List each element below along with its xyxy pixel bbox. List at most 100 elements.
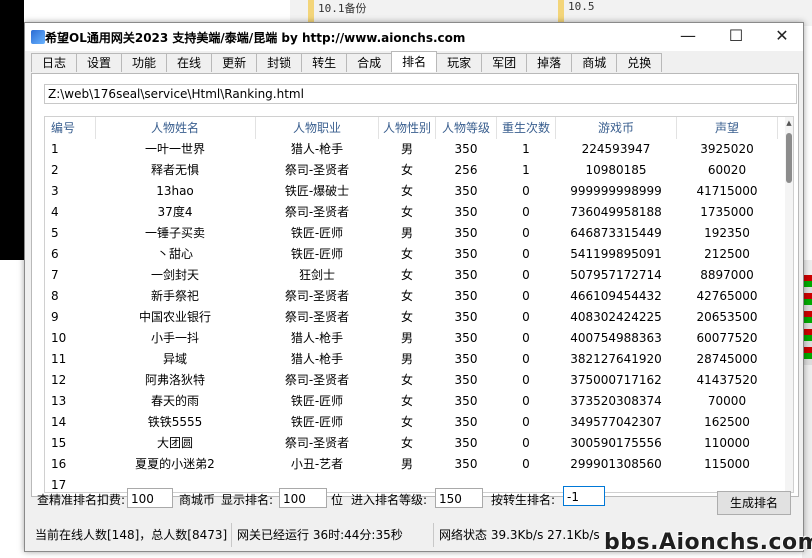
tab-update[interactable]: 更新: [211, 53, 258, 72]
cell-level: 350: [454, 415, 478, 429]
cell-fame: 115000: [704, 457, 750, 471]
cell-level: 350: [454, 142, 478, 156]
cell-class: 小丑-艺者: [290, 457, 344, 471]
online-count-status: 当前在线人数[148]，总人数[8473]: [31, 523, 232, 547]
tab-log[interactable]: 日志: [31, 53, 78, 72]
cell-fame: 3925020: [700, 142, 754, 156]
table-row[interactable]: 11 异域 猎人-枪手 男 350 0 382127641920 28745000: [45, 349, 785, 370]
tab-functions[interactable]: 功能: [121, 53, 168, 72]
cell-rebirth: 0: [522, 394, 530, 408]
cell-rank: 2: [51, 163, 59, 177]
table-row[interactable]: 1 一叶一世界 猎人-枪手 男 350 1 224593947 3925020: [45, 139, 785, 160]
cell-coins: 349577042307: [570, 415, 662, 429]
cell-rank: 10: [51, 331, 67, 345]
tab-players[interactable]: 玩家: [436, 53, 483, 72]
tab-block[interactable]: 封锁: [256, 53, 303, 72]
table-row[interactable]: 5 一锤子买卖 铁匠-匠师 男 350 0 646873315449 192350: [45, 223, 785, 244]
table-rows: 1 一叶一世界 猎人-枪手男 350 1 224593947 3925020 2 释者无惧 祭司-…: [45, 139, 785, 492]
table-scrollbar[interactable]: ▲: [785, 117, 793, 492]
column-header[interactable]: 人物职业: [256, 117, 379, 139]
cell-level: 350: [454, 268, 478, 282]
cell-rebirth: 0: [522, 310, 530, 324]
minimize-button[interactable]: —: [665, 23, 711, 51]
rebirth-rank-input[interactable]: -1: [563, 486, 605, 506]
table-row[interactable]: 8 新手祭祀 祭司-圣贤者 女 350 0 466109454432 42765000: [45, 286, 785, 307]
level-label: 进入排名等级:: [351, 493, 428, 507]
table-row[interactable]: 6 丶甜心 铁匠-匠师 女 350 0 541199895091 212500: [45, 244, 785, 265]
column-header[interactable]: 人物等级: [436, 117, 497, 139]
column-header[interactable]: 重生次数: [497, 117, 556, 139]
scroll-up-arrow-icon[interactable]: ▲: [785, 117, 793, 129]
table-row[interactable]: 2 释者无惧 祭司-圣贤者 女 256 1 10980185 60020: [45, 160, 785, 181]
scroll-thumb[interactable]: [786, 133, 792, 183]
ranking-table: 编号 人物姓名 人物职业 人物性别 人物等级 重生次数 游戏币 声望 1 一叶一世…: [44, 116, 794, 493]
deduct-input[interactable]: 100: [127, 488, 173, 508]
cell-name: 释者无惧: [150, 163, 199, 177]
cell-coins: 299901308560: [570, 457, 662, 471]
gateway-window: 希望OL通用网关2023 支持美端/泰端/昆端 by http://www.ai…: [24, 22, 804, 552]
cell-class: 狂剑士: [298, 268, 335, 282]
table-row[interactable]: 12 阿弗洛狄特 祭司-圣贤者 女 350 0 375000717162 41437520: [45, 370, 785, 391]
close-button[interactable]: ✕: [759, 23, 805, 51]
tab-legion[interactable]: 军团: [481, 53, 528, 72]
desktop-folder[interactable]: 10.5: [558, 0, 768, 22]
cell-level: 350: [454, 394, 478, 408]
cell-class: 铁匠-爆破士: [284, 184, 350, 198]
table-row[interactable]: 4 37度4 祭司-圣贤者 女 350 0 736049958188 1735000: [45, 202, 785, 223]
column-header[interactable]: 游戏币: [556, 117, 677, 139]
column-header[interactable]: 人物姓名: [95, 117, 256, 139]
maximize-button[interactable]: ☐: [713, 23, 759, 51]
table-row[interactable]: 9 中国农业银行 祭司-圣贤者 女 350 0 408302424225 20653500: [45, 307, 785, 328]
cell-fame: 70000: [707, 394, 747, 408]
table-row[interactable]: 14 铁铁5555 铁匠-匠师 女 350 0 349577042307 162500: [45, 412, 785, 433]
desktop-background-lower: [0, 260, 24, 558]
cell-gender: 男: [400, 226, 413, 240]
show-rank-label: 显示排名:: [221, 493, 274, 507]
cell-name: 一锤子买卖: [144, 226, 205, 240]
table-row[interactable]: 13 春天的雨 铁匠-匠师 女 350 0 373520308374 70000: [45, 391, 785, 412]
cell-name: 阿弗洛狄特: [144, 373, 205, 387]
cell-gender: 女: [400, 247, 413, 261]
cell-level: 350: [454, 247, 478, 261]
cell-level: 350: [454, 289, 478, 303]
cell-fame: 41437520: [696, 373, 758, 387]
desktop-folder[interactable]: 10.1备份: [308, 0, 538, 22]
cell-fame: 8897000: [700, 268, 754, 282]
cell-rank: 11: [51, 352, 67, 366]
column-header[interactable]: 编号: [45, 117, 96, 139]
table-row[interactable]: 7 一剑封天 狂剑士 女 350 0 507957172714 8897000: [45, 265, 785, 286]
ranking-path-field[interactable]: Z:\web\176seal\service\Html\Ranking.html: [44, 84, 797, 104]
tab-exchange[interactable]: 兑换: [616, 53, 663, 72]
cell-level: 350: [454, 331, 478, 345]
table-row[interactable]: 15 大团圆 祭司-圣贤者 女 350 0 300590175556 110000: [45, 433, 785, 454]
tab-drops[interactable]: 掉落: [526, 53, 573, 72]
tab-rebirth[interactable]: 转生: [301, 53, 348, 72]
cell-rank: 14: [51, 415, 67, 429]
title-bar[interactable]: 希望OL通用网关2023 支持美端/泰端/昆端 by http://www.ai…: [25, 23, 803, 51]
level-input[interactable]: 150: [435, 488, 483, 508]
table-header: 编号 人物姓名 人物职业 人物性别 人物等级 重生次数 游戏币 声望: [45, 117, 785, 139]
cell-name: 新手祭祀: [150, 289, 199, 303]
tab-mall[interactable]: 商城: [571, 53, 618, 72]
cell-gender: 女: [400, 205, 413, 219]
tab-online[interactable]: 在线: [166, 53, 213, 72]
column-header[interactable]: 人物性别: [379, 117, 436, 139]
currency-label: 商城币: [179, 493, 216, 507]
tab-synthesis[interactable]: 合成: [346, 53, 393, 72]
cell-fame: 1735000: [700, 205, 754, 219]
cell-coins: 400754988363: [570, 331, 662, 345]
cell-gender: 女: [400, 415, 413, 429]
table-row[interactable]: 3 13hao 铁匠-爆破士 女 350 0 999999998999 41715000: [45, 181, 785, 202]
tab-ranking[interactable]: 排名: [391, 51, 438, 72]
cell-coins: 646873315449: [570, 226, 662, 240]
column-header[interactable]: 声望: [677, 117, 778, 139]
table-row[interactable]: 10 小手一抖 猎人-枪手 男 350 0 400754988363 60077520: [45, 328, 785, 349]
generate-ranking-button[interactable]: 生成排名: [717, 491, 791, 515]
cell-name: 夏夏的小迷弟2: [135, 457, 215, 471]
table-row[interactable]: 16 夏夏的小迷弟2 小丑-艺者 男 350 0 299901308560 115000: [45, 454, 785, 475]
show-rank-input[interactable]: 100: [279, 488, 327, 508]
cell-gender: 男: [400, 142, 413, 156]
cell-rebirth: 1: [522, 163, 530, 177]
cell-rebirth: 0: [522, 436, 530, 450]
tab-settings[interactable]: 设置: [76, 53, 123, 72]
